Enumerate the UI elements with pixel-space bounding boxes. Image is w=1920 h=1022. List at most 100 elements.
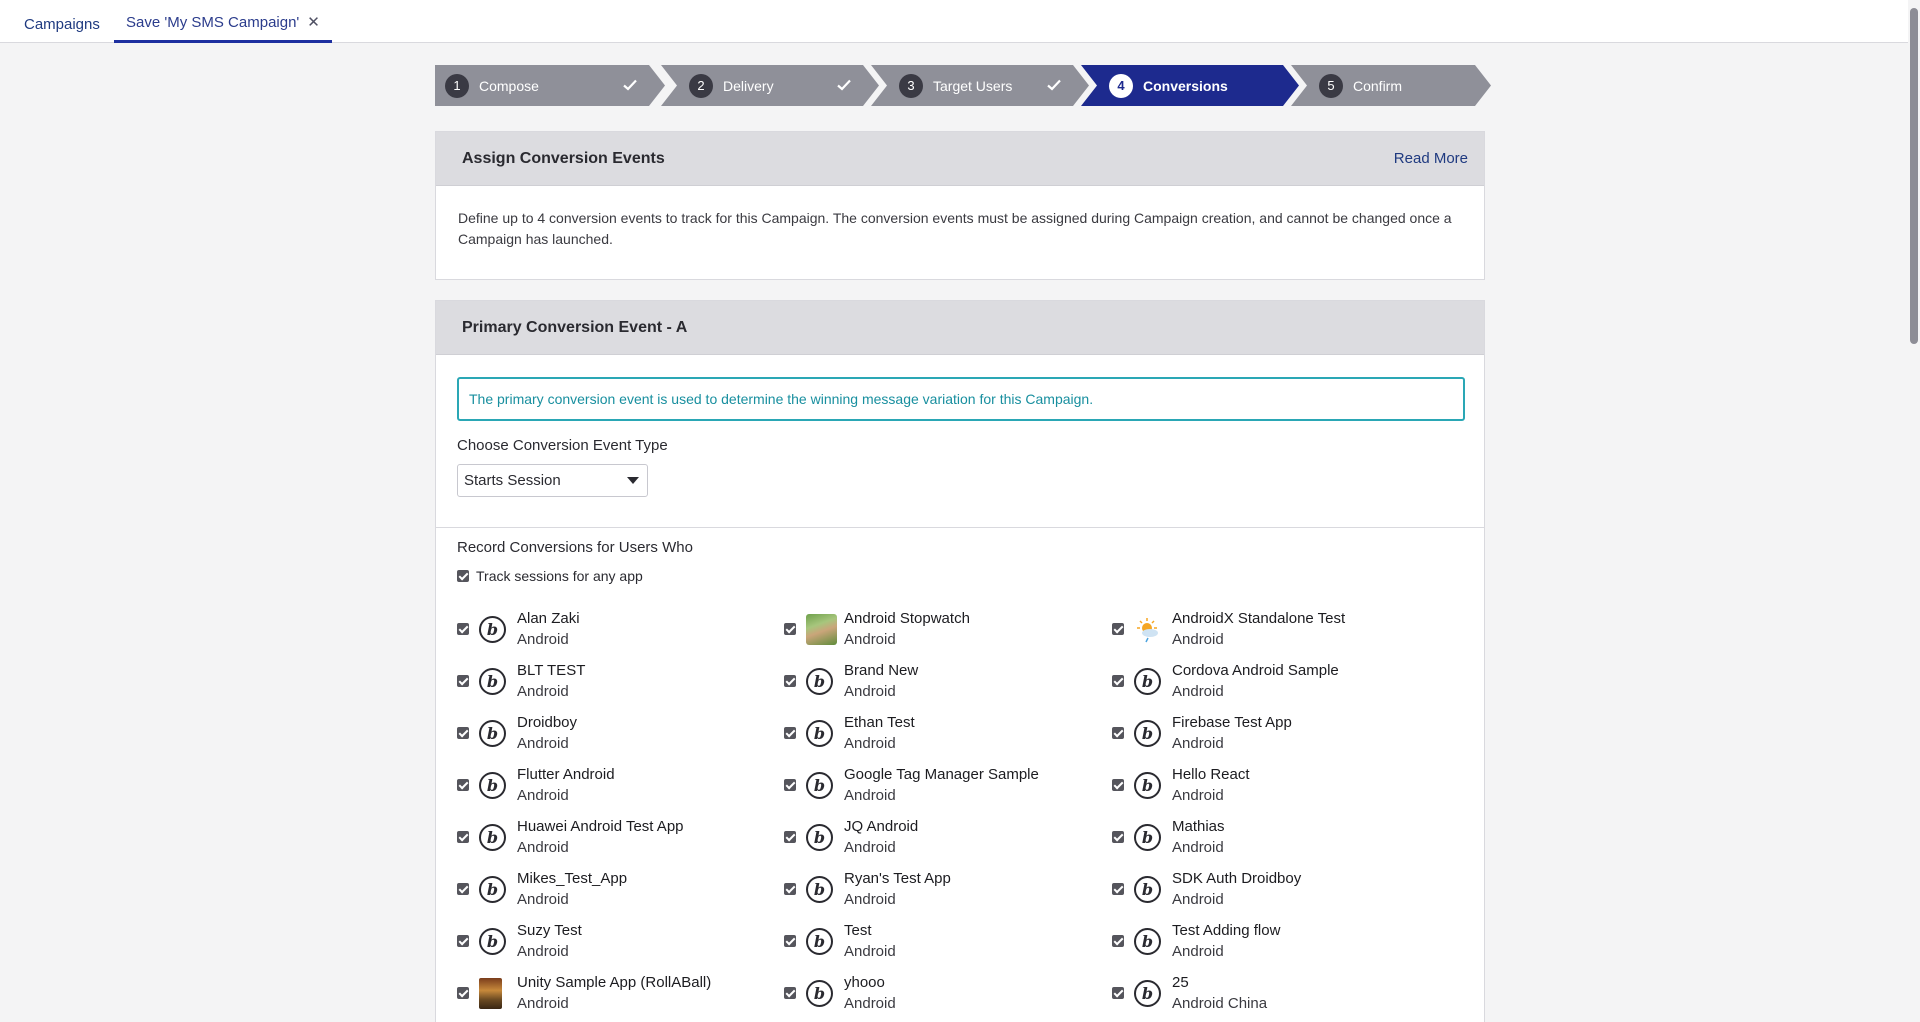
step-label: Confirm	[1353, 77, 1403, 94]
app-checkbox[interactable]	[457, 675, 469, 687]
app-checkbox[interactable]	[784, 727, 796, 739]
braze-app-icon: b	[479, 667, 506, 695]
track-any-app-option[interactable]: Track sessions for any app	[457, 568, 643, 584]
game-art-app-icon	[479, 977, 502, 1009]
app-checkbox[interactable]	[784, 623, 796, 635]
app-item[interactable]: b Droidboy Android	[457, 707, 784, 759]
step-delivery[interactable]: 2 Delivery	[661, 65, 879, 106]
app-name: Hello React	[1172, 766, 1250, 783]
app-platform: Android	[1172, 891, 1224, 908]
app-name: Huawei Android Test App	[517, 818, 684, 835]
app-item[interactable]: AndroidX Standalone Test Android	[1112, 603, 1439, 655]
app-item[interactable]: b yhooo Android	[784, 967, 1112, 1019]
app-checkbox[interactable]	[784, 987, 796, 999]
app-platform: Android	[844, 891, 896, 908]
app-checkbox[interactable]	[457, 779, 469, 791]
app-checkbox[interactable]	[457, 987, 469, 999]
app-checkbox[interactable]	[1112, 623, 1124, 635]
app-name: Mathias	[1172, 818, 1225, 835]
app-platform: Android	[1172, 683, 1224, 700]
app-platform: Android	[1172, 631, 1224, 648]
app-item[interactable]: b 25 Android China	[1112, 967, 1439, 1019]
app-checkbox[interactable]	[457, 831, 469, 843]
app-checkbox[interactable]	[1112, 831, 1124, 843]
app-item[interactable]: b Google Tag Manager Sample Android	[784, 759, 1112, 811]
braze-app-icon: b	[806, 667, 833, 695]
app-item[interactable]: b Hello React Android	[1112, 759, 1439, 811]
tab-campaigns[interactable]: Campaigns	[24, 0, 100, 43]
app-checkbox[interactable]	[1112, 675, 1124, 687]
app-name: Unity Sample App (RollABall)	[517, 974, 712, 991]
track-any-app-checkbox[interactable]	[457, 570, 469, 582]
app-item[interactable]: b Test Adding flow Android	[1112, 915, 1439, 967]
read-more-link[interactable]: Read More	[1394, 150, 1468, 167]
step-conversions[interactable]: 4 Conversions	[1081, 65, 1299, 106]
app-checkbox[interactable]	[457, 935, 469, 947]
app-checkbox[interactable]	[784, 779, 796, 791]
app-checkbox[interactable]	[457, 623, 469, 635]
step-compose[interactable]: 1 Compose	[435, 65, 665, 106]
app-item[interactable]: b Mikes_Test_App Android	[457, 863, 784, 915]
app-item[interactable]: b Brand New Android	[784, 655, 1112, 707]
app-platform: Android	[844, 943, 896, 960]
track-any-app-label: Track sessions for any app	[476, 568, 643, 584]
app-platform: Android	[517, 735, 569, 752]
app-item[interactable]: b Alan Zaki Android	[457, 603, 784, 655]
app-name: yhooo	[844, 974, 885, 991]
app-name: Brand New	[844, 662, 919, 679]
scrollbar-thumb[interactable]	[1910, 8, 1918, 344]
app-platform: Android China	[1172, 995, 1268, 1012]
app-item[interactable]: b Firebase Test App Android	[1112, 707, 1439, 759]
tab-save-campaign[interactable]: Save 'My SMS Campaign' ✕	[114, 0, 332, 43]
app-item[interactable]: b Ryan's Test App Android	[784, 863, 1112, 915]
app-checkbox[interactable]	[1112, 883, 1124, 895]
app-checkbox[interactable]	[457, 883, 469, 895]
app-checkbox[interactable]	[784, 883, 796, 895]
app-item[interactable]: b BLT TEST Android	[457, 655, 784, 707]
card-description: Define up to 4 conversion events to trac…	[458, 210, 1452, 247]
app-name: Droidboy	[517, 714, 578, 731]
app-checkbox[interactable]	[1112, 987, 1124, 999]
app-item[interactable]: b Huawei Android Test App Android	[457, 811, 784, 863]
braze-app-icon: b	[479, 719, 506, 747]
app-platform: Android	[517, 943, 569, 960]
primary-conversion-event-card: Primary Conversion Event - A The primary…	[435, 300, 1485, 1022]
app-name: Ethan Test	[844, 714, 915, 731]
app-item[interactable]: b Mathias Android	[1112, 811, 1439, 863]
primary-info-callout: The primary conversion event is used to …	[457, 377, 1465, 421]
step-label: Delivery	[723, 77, 774, 94]
app-checkbox[interactable]	[1112, 935, 1124, 947]
app-checkbox[interactable]	[784, 935, 796, 947]
app-item[interactable]: b JQ Android Android	[784, 811, 1112, 863]
braze-app-icon: b	[1134, 667, 1161, 695]
braze-app-icon: b	[479, 823, 506, 851]
app-item[interactable]: b Test Android	[784, 915, 1112, 967]
section-divider	[436, 527, 1484, 528]
app-checkbox[interactable]	[784, 675, 796, 687]
app-item[interactable]: b SDK Auth Droidboy Android	[1112, 863, 1439, 915]
scrollbar[interactable]	[1908, 0, 1920, 1022]
app-name: Cordova Android Sample	[1172, 662, 1339, 679]
app-name: Mikes_Test_App	[517, 870, 628, 887]
app-item[interactable]: Android Stopwatch Android	[784, 603, 1112, 655]
app-item[interactable]: b Suzy Test Android	[457, 915, 784, 967]
braze-app-icon: b	[1134, 771, 1161, 799]
close-icon[interactable]: ✕	[307, 0, 320, 46]
app-name: Flutter Android	[517, 766, 615, 783]
app-item[interactable]: b Cordova Android Sample Android	[1112, 655, 1439, 707]
app-item[interactable]: b Ethan Test Android	[784, 707, 1112, 759]
step-label: Target Users	[933, 77, 1013, 94]
app-platform: Android	[517, 891, 569, 908]
app-item[interactable]: Unity Sample App (RollABall) Android	[457, 967, 784, 1019]
app-checkbox[interactable]	[784, 831, 796, 843]
event-type-select[interactable]: Starts Session	[457, 464, 648, 497]
step-number: 2	[689, 74, 713, 98]
event-type-label: Choose Conversion Event Type	[457, 437, 668, 454]
app-item[interactable]: b Flutter Android Android	[457, 759, 784, 811]
step-confirm[interactable]: 5 Confirm	[1291, 65, 1491, 106]
step-label: Compose	[479, 77, 539, 94]
app-checkbox[interactable]	[457, 727, 469, 739]
app-checkbox[interactable]	[1112, 779, 1124, 791]
app-checkbox[interactable]	[1112, 727, 1124, 739]
step-target-users[interactable]: 3 Target Users	[871, 65, 1089, 106]
